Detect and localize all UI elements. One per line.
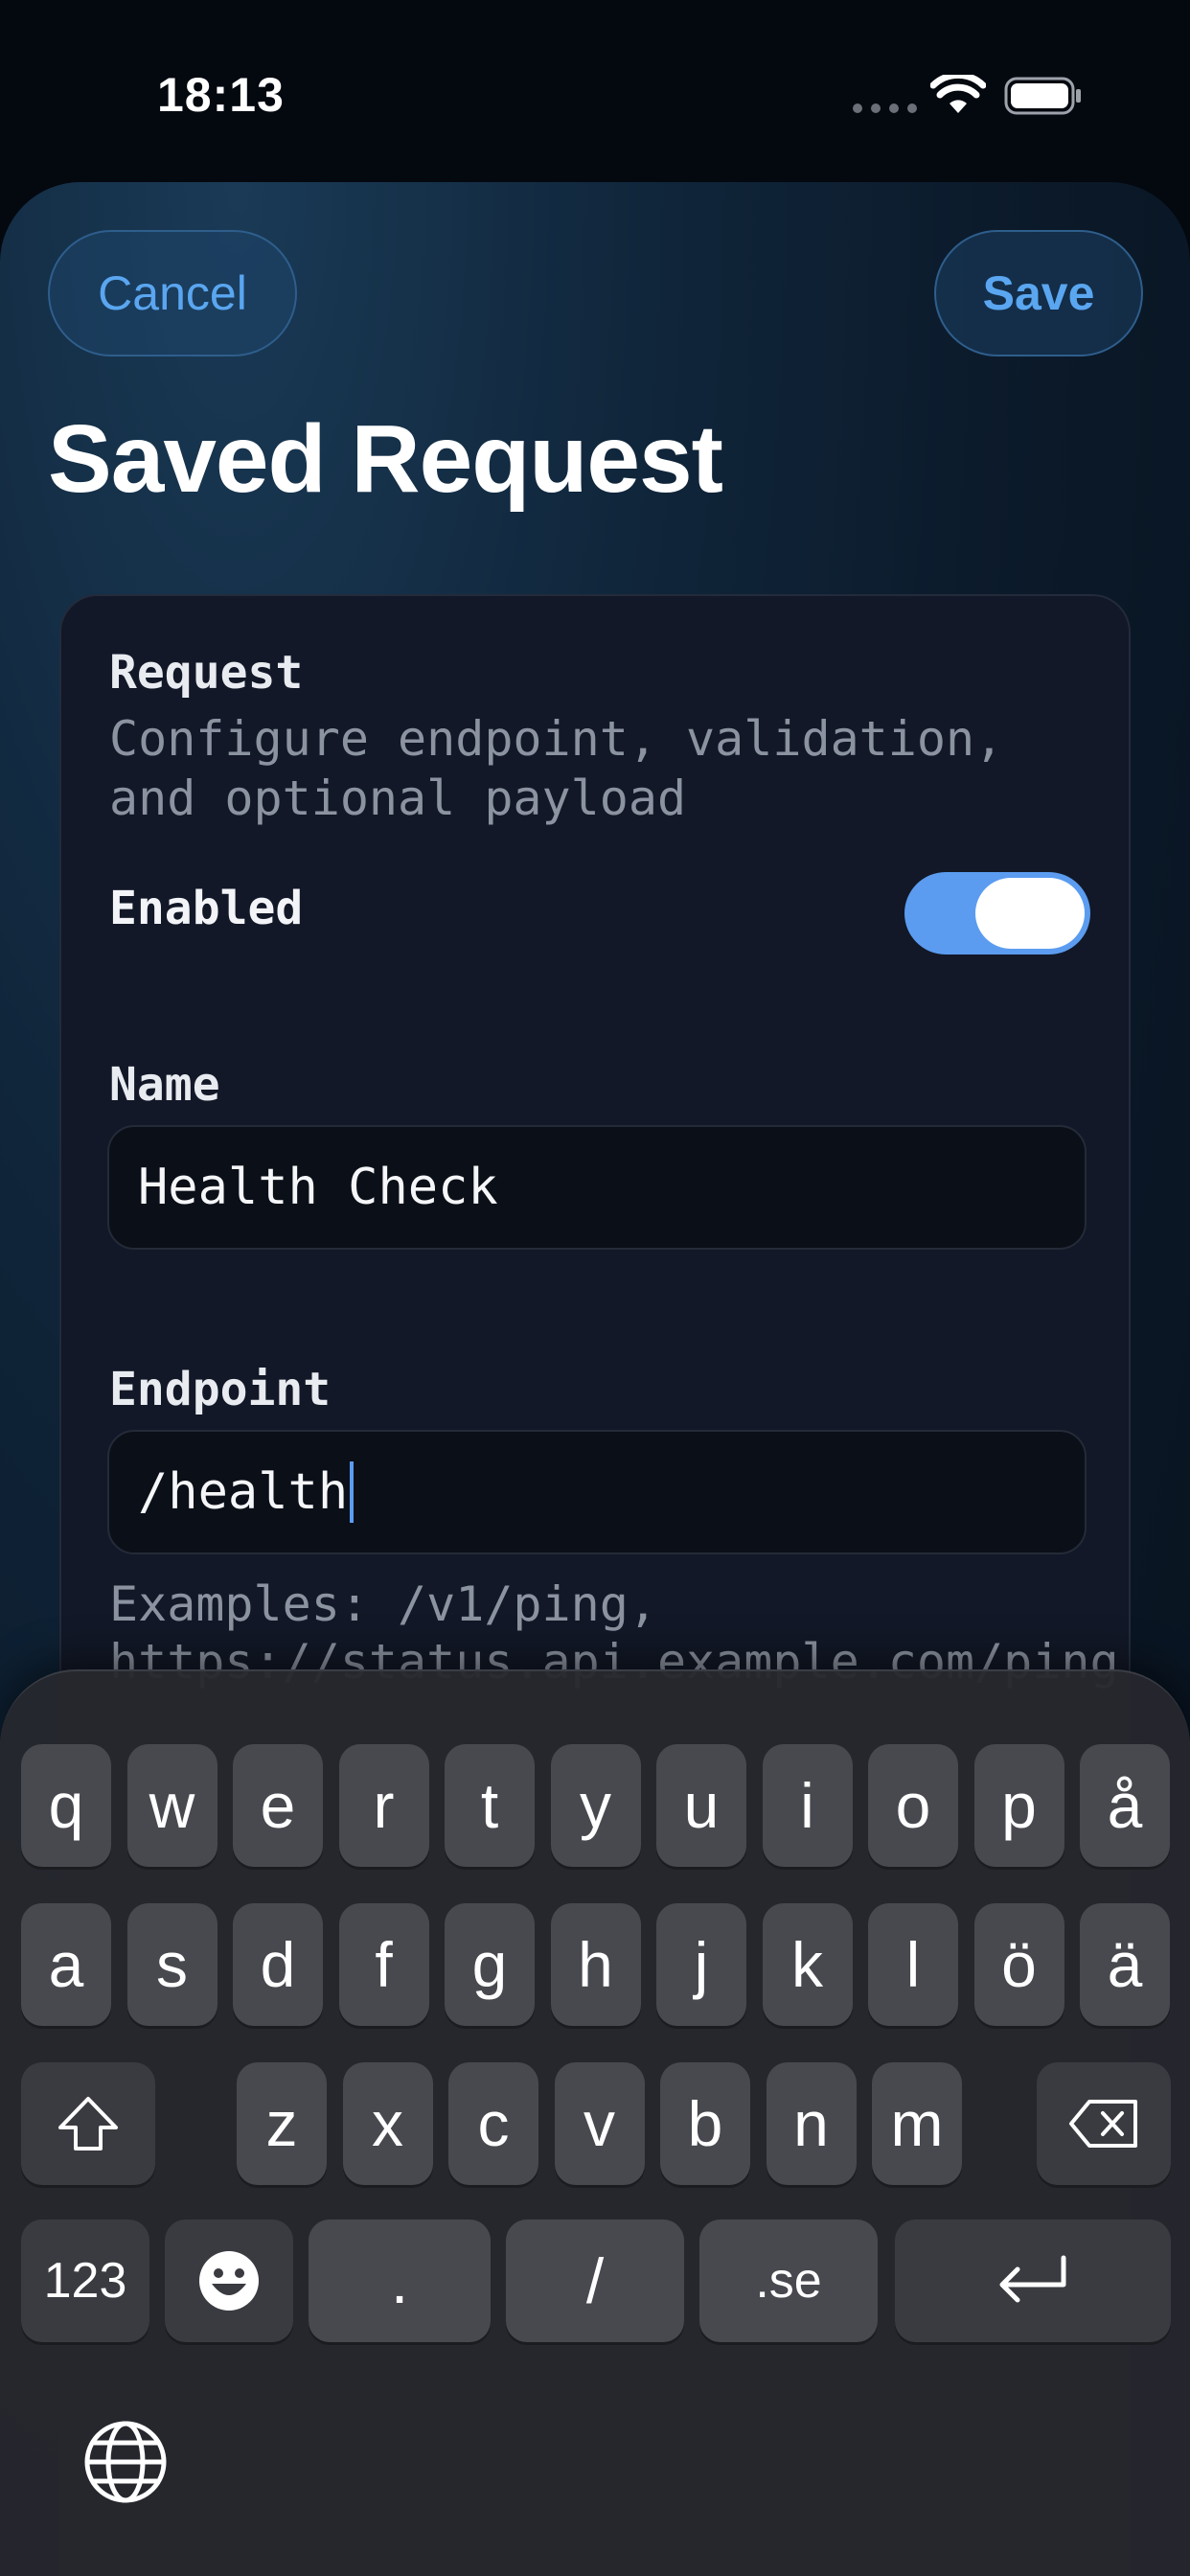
return-key[interactable]: [895, 2220, 1171, 2342]
emoji-icon: [199, 2251, 259, 2311]
domain-key[interactable]: .se: [699, 2220, 878, 2342]
emoji-key[interactable]: [165, 2220, 293, 2342]
key-w[interactable]: w: [126, 1744, 217, 1867]
key-i[interactable]: i: [762, 1744, 853, 1867]
section-description: Configure endpoint, validation, and opti…: [109, 711, 1004, 826]
key-z[interactable]: z: [237, 2062, 327, 2185]
key-j[interactable]: j: [656, 1903, 746, 2026]
key-o[interactable]: o: [868, 1744, 958, 1867]
endpoint-value: /health: [138, 1463, 349, 1521]
key-l[interactable]: l: [868, 1903, 958, 2026]
status-time: 18:13: [157, 68, 285, 122]
key-s[interactable]: s: [126, 1903, 217, 2026]
shift-key[interactable]: [21, 2062, 155, 2185]
key-ö[interactable]: ö: [973, 1903, 1064, 2026]
keyboard: qwertyuiopå asdfghjklöä zxcvbnm 123 . / …: [0, 1669, 1190, 2576]
name-label: Name: [109, 1058, 220, 1112]
key-a[interactable]: a: [21, 1903, 111, 2026]
enabled-toggle[interactable]: [904, 872, 1090, 954]
key-å[interactable]: å: [1080, 1744, 1170, 1867]
wifi-icon: [930, 75, 986, 113]
endpoint-label: Endpoint: [109, 1363, 332, 1416]
key-v[interactable]: v: [554, 2062, 645, 2185]
shift-icon: [58, 2097, 118, 2150]
status-bar: 18:13: [0, 0, 1190, 182]
key-e[interactable]: e: [233, 1744, 323, 1867]
key-n[interactable]: n: [766, 2062, 857, 2185]
delete-icon: [1069, 2100, 1137, 2148]
delete-key[interactable]: [1037, 2062, 1171, 2185]
key-y[interactable]: y: [550, 1744, 641, 1867]
numbers-key[interactable]: 123: [21, 2220, 149, 2342]
key-d[interactable]: d: [233, 1903, 323, 2026]
slash-key[interactable]: /: [506, 2220, 684, 2342]
save-button[interactable]: Save: [934, 230, 1143, 356]
key-k[interactable]: k: [762, 1903, 853, 2026]
name-field[interactable]: Health Check: [107, 1125, 1087, 1250]
globe-icon[interactable]: [82, 2419, 169, 2505]
key-f[interactable]: f: [338, 1903, 429, 2026]
section-title: Request: [109, 646, 304, 700]
key-u[interactable]: u: [656, 1744, 746, 1867]
key-g[interactable]: g: [445, 1903, 535, 2026]
key-b[interactable]: b: [660, 2062, 750, 2185]
enabled-label: Enabled: [109, 882, 304, 935]
key-r[interactable]: r: [338, 1744, 429, 1867]
signal-icon: [853, 104, 917, 113]
toggle-knob: [975, 878, 1085, 949]
endpoint-field[interactable]: /health: [107, 1430, 1087, 1554]
key-p[interactable]: p: [973, 1744, 1064, 1867]
key-c[interactable]: c: [448, 2062, 538, 2185]
name-value: Health Check: [138, 1159, 498, 1216]
battery-icon: [1004, 77, 1081, 115]
cancel-button[interactable]: Cancel: [48, 230, 297, 356]
return-icon: [999, 2255, 1066, 2303]
page-title: Saved Request: [48, 405, 723, 513]
key-t[interactable]: t: [445, 1744, 535, 1867]
period-key[interactable]: .: [309, 2220, 491, 2342]
key-x[interactable]: x: [342, 2062, 433, 2185]
key-h[interactable]: h: [550, 1903, 641, 2026]
text-caret: [350, 1461, 355, 1523]
key-m[interactable]: m: [872, 2062, 962, 2185]
key-q[interactable]: q: [21, 1744, 111, 1867]
key-ä[interactable]: ä: [1080, 1903, 1170, 2026]
